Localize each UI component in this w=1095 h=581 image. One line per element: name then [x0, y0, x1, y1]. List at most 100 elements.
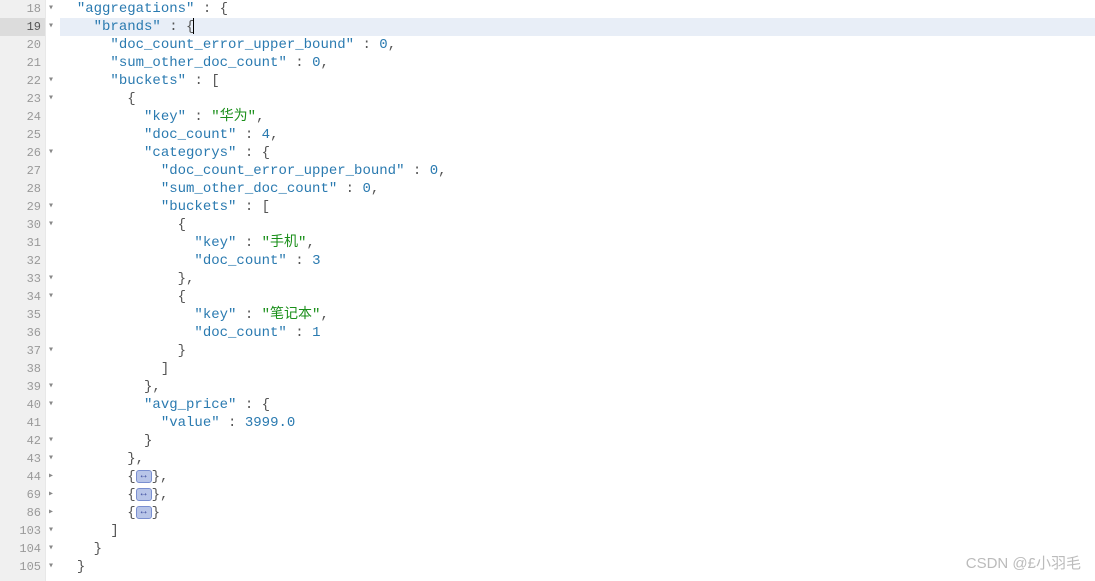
code-line[interactable]: {↔}, — [60, 468, 1095, 486]
folded-code-badge[interactable]: ↔ — [136, 506, 152, 519]
folded-code-badge[interactable]: ↔ — [136, 488, 152, 501]
code-line[interactable]: }, — [60, 450, 1095, 468]
code-line[interactable]: "doc_count_error_upper_bound" : 0, — [60, 162, 1095, 180]
json-punctuation: : [ — [236, 199, 270, 215]
code-area[interactable]: "aggregations" : { "brands" : { "doc_cou… — [46, 0, 1095, 581]
code-line[interactable]: } — [60, 558, 1095, 576]
line-number: 36 — [0, 324, 45, 342]
json-punctuation: : { — [236, 145, 270, 161]
code-line[interactable]: "key" : "笔记本", — [60, 306, 1095, 324]
json-key: "buckets" — [110, 73, 186, 89]
json-punctuation: : — [287, 55, 312, 71]
line-number: 24 — [0, 108, 45, 126]
json-punctuation: , — [306, 235, 314, 251]
line-number: 38 — [0, 360, 45, 378]
line-number: 19▾ — [0, 18, 45, 36]
json-punctuation: : { — [194, 1, 228, 17]
line-number: 31 — [0, 234, 45, 252]
json-key: "doc_count" — [144, 127, 236, 143]
line-number: 18▾ — [0, 0, 45, 18]
json-punctuation: : — [337, 181, 362, 197]
json-key: "key" — [194, 235, 236, 251]
line-number: 43▾ — [0, 450, 45, 468]
json-punctuation: , — [438, 163, 446, 179]
code-line[interactable]: {↔}, — [60, 486, 1095, 504]
code-line[interactable]: "brands" : { — [60, 18, 1095, 36]
code-line[interactable]: "key" : "手机", — [60, 234, 1095, 252]
json-punctuation: : — [354, 37, 379, 53]
line-number: 40▾ — [0, 396, 45, 414]
code-line[interactable]: "doc_count" : 4, — [60, 126, 1095, 144]
line-number: 22▾ — [0, 72, 45, 90]
line-number: 23▾ — [0, 90, 45, 108]
line-number: 30▾ — [0, 216, 45, 234]
code-line[interactable]: "sum_other_doc_count" : 0, — [60, 180, 1095, 198]
json-punctuation: : — [287, 253, 312, 269]
json-punctuation: }, — [152, 487, 169, 503]
json-punctuation: : — [287, 325, 312, 341]
json-punctuation: , — [388, 37, 396, 53]
json-key: "key" — [194, 307, 236, 323]
code-line[interactable]: } — [60, 432, 1095, 450]
line-number: 32 — [0, 252, 45, 270]
json-punctuation: } — [144, 433, 152, 449]
code-line[interactable]: "buckets" : [ — [60, 198, 1095, 216]
json-key: "avg_price" — [144, 397, 236, 413]
json-punctuation: }, — [178, 271, 195, 287]
code-line[interactable]: { — [60, 90, 1095, 108]
code-line[interactable]: ] — [60, 522, 1095, 540]
code-line[interactable]: "doc_count_error_upper_bound" : 0, — [60, 36, 1095, 54]
json-punctuation: } — [152, 505, 160, 521]
line-number: 25 — [0, 126, 45, 144]
text-cursor — [193, 18, 194, 34]
json-punctuation: , — [270, 127, 278, 143]
code-line[interactable]: {↔} — [60, 504, 1095, 522]
json-punctuation: { — [127, 469, 135, 485]
json-string: "手机" — [262, 235, 307, 251]
code-line[interactable]: }, — [60, 378, 1095, 396]
code-line[interactable]: } — [60, 540, 1095, 558]
folded-code-badge[interactable]: ↔ — [136, 470, 152, 483]
json-punctuation: { — [127, 487, 135, 503]
code-line[interactable]: "categorys" : { — [60, 144, 1095, 162]
code-line[interactable]: "sum_other_doc_count" : 0, — [60, 54, 1095, 72]
json-number: 3999.0 — [245, 415, 295, 431]
json-punctuation: : — [236, 127, 261, 143]
json-punctuation: : — [236, 235, 261, 251]
json-punctuation: }, — [127, 451, 144, 467]
code-line[interactable]: "avg_price" : { — [60, 396, 1095, 414]
code-line[interactable]: { — [60, 216, 1095, 234]
code-line[interactable]: }, — [60, 270, 1095, 288]
json-key: "doc_count_error_upper_bound" — [161, 163, 405, 179]
code-line[interactable]: "doc_count" : 3 — [60, 252, 1095, 270]
json-punctuation: } — [94, 541, 102, 557]
json-punctuation: , — [320, 55, 328, 71]
line-number: 86▸ — [0, 504, 45, 522]
json-punctuation: : { — [236, 397, 270, 413]
json-string: "笔记本" — [262, 307, 321, 323]
code-line[interactable]: "value" : 3999.0 — [60, 414, 1095, 432]
code-line[interactable]: "aggregations" : { — [60, 0, 1095, 18]
line-number: 28 — [0, 180, 45, 198]
json-punctuation: }, — [152, 469, 169, 485]
json-key: "doc_count" — [194, 253, 286, 269]
code-line[interactable]: "doc_count" : 1 — [60, 324, 1095, 342]
json-key: "aggregations" — [77, 1, 195, 17]
line-number: 103▾ — [0, 522, 45, 540]
json-string: "华为" — [211, 109, 256, 125]
code-line[interactable]: } — [60, 342, 1095, 360]
code-line[interactable]: "buckets" : [ — [60, 72, 1095, 90]
line-number-gutter: 18▾19▾202122▾23▾242526▾272829▾30▾313233▾… — [0, 0, 46, 581]
json-key: "sum_other_doc_count" — [161, 181, 337, 197]
json-number: 3 — [312, 253, 320, 269]
line-number: 42▾ — [0, 432, 45, 450]
code-line[interactable]: ] — [60, 360, 1095, 378]
json-punctuation: , — [371, 181, 379, 197]
json-punctuation: { — [178, 289, 186, 305]
json-punctuation: } — [178, 343, 186, 359]
json-number: 0 — [362, 181, 370, 197]
code-line[interactable]: "key" : "华为", — [60, 108, 1095, 126]
json-punctuation: }, — [144, 379, 161, 395]
json-punctuation: : — [186, 109, 211, 125]
code-line[interactable]: { — [60, 288, 1095, 306]
